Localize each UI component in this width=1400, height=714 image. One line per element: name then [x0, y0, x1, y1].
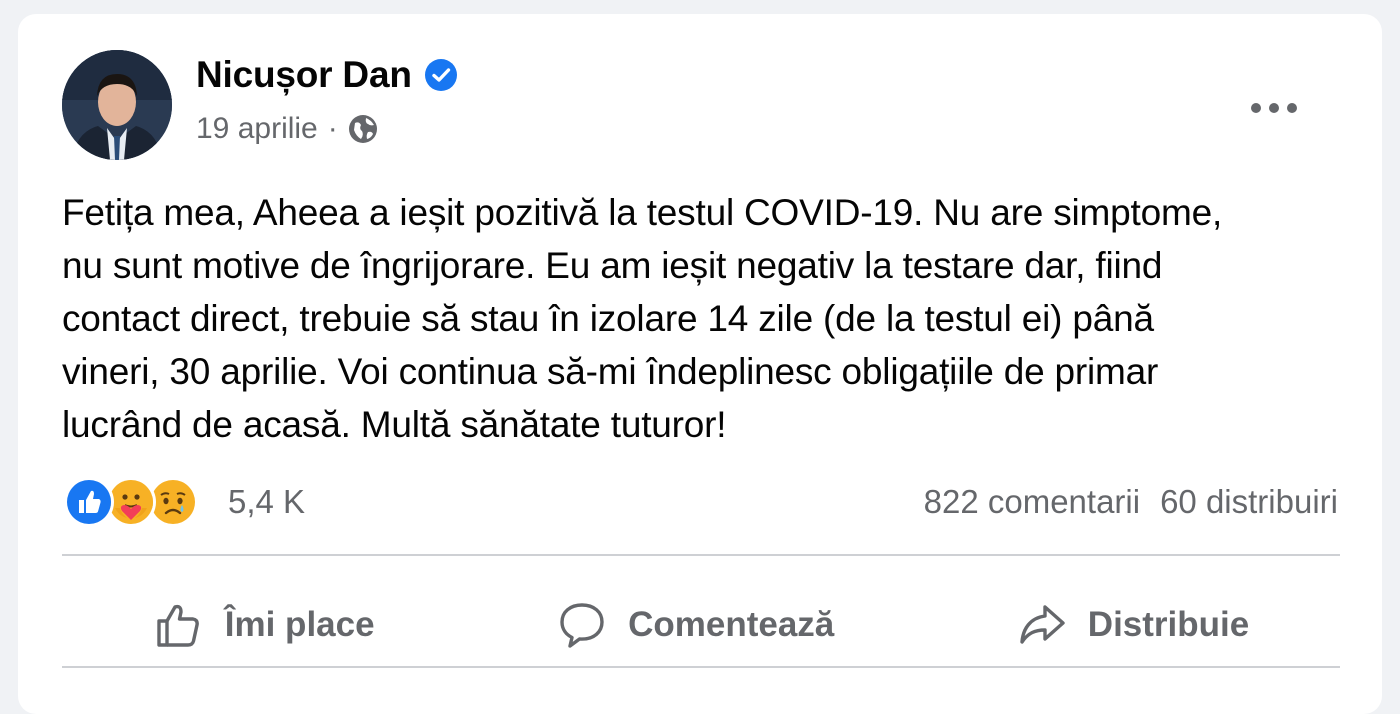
verified-badge-icon — [424, 59, 457, 91]
post-text-line: nu sunt motive de îngrijorare. Eu am ieș… — [62, 245, 1163, 286]
divider — [62, 554, 1340, 556]
more-options-icon[interactable] — [1244, 90, 1304, 126]
post-text-line: vineri, 30 aprilie. Voi continua să-mi î… — [62, 351, 1159, 392]
shares-count-link[interactable]: 60 distribuiri — [1160, 483, 1338, 521]
comments-count-link[interactable]: 822 comentarii — [924, 483, 1140, 521]
engagement-counts: 822 comentarii 60 distribuiri — [924, 483, 1338, 521]
avatar[interactable] — [62, 50, 172, 160]
post-stats: 5,4 K 822 comentarii 60 distribuiri — [64, 472, 1338, 532]
thumbs-up-icon — [157, 604, 199, 647]
post-card: Nicușor Dan 19 aprilie · Fetița mea, Ahe… — [18, 14, 1382, 714]
post-date[interactable]: 19 aprilie — [196, 112, 318, 146]
author-name[interactable]: Nicușor Dan — [196, 54, 412, 96]
share-button[interactable]: Distribuie — [992, 589, 1273, 661]
post-text-line: Fetița mea, Aheea a ieșit pozitivă la te… — [62, 192, 1223, 233]
post-text-line: lucrând de acasă. Multă sănătate tuturor… — [62, 404, 727, 445]
reactions-summary[interactable]: 5,4 K — [64, 477, 305, 527]
comment-button-label: Comentează — [628, 605, 835, 644]
post-text-line: contact direct, trebuie să stau în izola… — [62, 298, 1154, 339]
share-button-label: Distribuie — [1087, 605, 1250, 644]
divider — [62, 666, 1340, 668]
share-icon — [1020, 605, 1065, 644]
reaction-count: 5,4 K — [228, 483, 306, 520]
comment-button[interactable]: Comentează — [532, 589, 858, 661]
like-button-label: Îmi place — [224, 605, 375, 644]
post-actions: Îmi place Comentează Distribuie — [62, 574, 1340, 676]
author-row: Nicușor Dan — [196, 54, 458, 96]
post-header: Nicușor Dan 19 aprilie · — [62, 50, 1342, 162]
post-meta: 19 aprilie · — [196, 112, 380, 146]
like-button[interactable]: Îmi place — [129, 589, 399, 661]
globe-icon[interactable] — [346, 112, 380, 146]
like-reaction-icon — [64, 477, 114, 527]
comment-icon — [560, 603, 604, 648]
post-text: Fetița mea, Aheea a ieșit pozitivă la te… — [62, 186, 1352, 451]
meta-separator: · — [327, 112, 338, 145]
